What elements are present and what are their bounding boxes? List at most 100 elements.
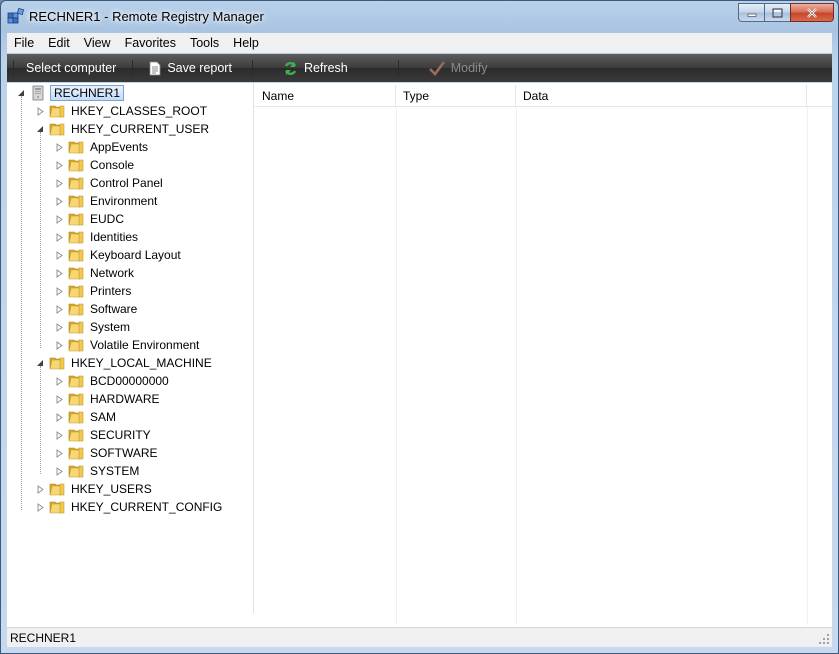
column-header-data[interactable]: Data (516, 85, 807, 107)
refresh-button[interactable]: Refresh (277, 57, 354, 79)
expand-arrow-icon[interactable] (35, 484, 45, 494)
tree-guide-line (40, 132, 41, 348)
minimize-icon (747, 13, 756, 17)
folder-icon (49, 104, 65, 118)
close-button[interactable] (790, 3, 834, 22)
tree-node-hkey-users[interactable]: HKEY_USERS (35, 480, 154, 498)
expand-arrow-icon[interactable] (54, 304, 64, 314)
maximize-button[interactable] (764, 3, 790, 22)
tree-node-hkey-classes-root[interactable]: HKEY_CLASSES_ROOT (35, 102, 209, 120)
expand-arrow-icon[interactable] (54, 430, 64, 440)
menu-favorites[interactable]: Favorites (118, 33, 183, 53)
tree-node-hkcu-child[interactable]: Volatile Environment (54, 336, 201, 354)
tree-node-hkcu-child[interactable]: AppEvents (54, 138, 150, 156)
minimize-button[interactable] (738, 3, 764, 22)
tree-node-hkcu-child[interactable]: Environment (54, 192, 159, 210)
tree-node-label: SYSTEM (90, 464, 140, 478)
tree-node-root[interactable]: RECHNER1 (16, 84, 125, 102)
expand-arrow-icon[interactable] (54, 196, 64, 206)
folder-icon (49, 356, 65, 370)
expand-arrow-icon[interactable] (54, 160, 64, 170)
modify-label: Modify (450, 61, 488, 75)
tree-node-hkcu-child[interactable]: Identities (54, 228, 140, 246)
registry-app-icon (7, 7, 25, 26)
menu-view[interactable]: View (77, 33, 118, 53)
tree-guide-line (21, 96, 22, 510)
tree-node-hklm-child[interactable]: SECURITY (54, 426, 153, 444)
column-header-type[interactable]: Type (396, 85, 516, 107)
resize-grip-icon[interactable] (818, 633, 830, 645)
tree-node-label: HKEY_USERS (71, 482, 152, 496)
menu-edit[interactable]: Edit (41, 33, 77, 53)
status-text: RECHNER1 (10, 631, 77, 645)
folder-icon (68, 428, 84, 442)
title-bar[interactable]: RECHNER1 - Remote Registry Manager (1, 1, 838, 33)
tree-node-hklm-child[interactable]: BCD00000000 (54, 372, 171, 390)
tree-node-hkey-local-machine[interactable]: HKEY_LOCAL_MACHINE (35, 354, 214, 372)
expand-arrow-icon[interactable] (54, 466, 64, 476)
tree-node-label: RECHNER1 (50, 85, 125, 101)
values-list[interactable]: Name Type Data (255, 83, 832, 627)
folder-icon (68, 176, 84, 190)
tree-node-label: Control Panel (90, 176, 163, 190)
tree-node-hklm-child[interactable]: SAM (54, 408, 118, 426)
expand-arrow-icon[interactable] (54, 412, 64, 422)
tree-node-hkcu-child[interactable]: Console (54, 156, 136, 174)
expand-arrow-icon[interactable] (54, 376, 64, 386)
expand-arrow-icon[interactable] (54, 232, 64, 242)
pane-splitter[interactable] (253, 83, 254, 613)
tree-node-hkcu-child[interactable]: Network (54, 264, 136, 282)
expand-arrow-icon[interactable] (35, 502, 45, 512)
maximize-icon (772, 8, 783, 17)
tree-node-label: Identities (90, 230, 139, 244)
tree-node-label: SAM (90, 410, 117, 424)
tree-node-label: EUDC (90, 212, 125, 226)
save-report-button[interactable]: Save report (143, 57, 238, 79)
tree-node-label: AppEvents (90, 140, 149, 154)
tree-node-hkcu-child[interactable]: EUDC (54, 210, 126, 228)
expand-arrow-icon[interactable] (54, 322, 64, 332)
folder-icon (68, 284, 84, 298)
tree-node-label: HARDWARE (90, 392, 160, 406)
expand-arrow-icon[interactable] (54, 394, 64, 404)
expand-arrow-icon[interactable] (54, 178, 64, 188)
menu-tools[interactable]: Tools (183, 33, 226, 53)
tree-node-label: SOFTWARE (90, 446, 158, 460)
tree-node-label: System (90, 320, 131, 334)
folder-icon (49, 500, 65, 514)
tree-node-hkcu-child[interactable]: Printers (54, 282, 133, 300)
column-divider (807, 107, 808, 625)
tree-node-hklm-child[interactable]: SYSTEM (54, 462, 141, 480)
tree-node-hkcu-child[interactable]: System (54, 318, 132, 336)
tree-node-label: Network (90, 266, 135, 280)
expand-arrow-icon[interactable] (54, 268, 64, 278)
folder-icon (68, 464, 84, 478)
folder-icon (68, 248, 84, 262)
tree-node-hkcu-child[interactable]: Software (54, 300, 139, 318)
select-computer-button[interactable]: Select computer (20, 57, 122, 79)
column-header-name[interactable]: Name (255, 85, 396, 107)
expand-arrow-icon[interactable] (54, 340, 64, 350)
tree-node-hkcu-child[interactable]: Keyboard Layout (54, 246, 183, 264)
expand-arrow-icon[interactable] (54, 214, 64, 224)
expand-arrow-icon[interactable] (54, 448, 64, 458)
expand-arrow-icon[interactable] (54, 286, 64, 296)
expand-arrow-icon[interactable] (35, 106, 45, 116)
menu-file[interactable]: File (7, 33, 41, 53)
save-report-label: Save report (167, 61, 232, 75)
tree-node-hklm-child[interactable]: SOFTWARE (54, 444, 160, 462)
tree-node-hkey-current-user[interactable]: HKEY_CURRENT_USER (35, 120, 211, 138)
menu-help[interactable]: Help (226, 33, 266, 53)
registry-tree[interactable]: RECHNER1 HKEY_CLASSES_ROOT HKEY_CURRENT_US… (7, 83, 253, 627)
list-header: Name Type Data (255, 85, 832, 107)
modify-button[interactable]: Modify (423, 57, 494, 79)
expand-arrow-icon[interactable] (54, 142, 64, 152)
expand-arrow-icon[interactable] (54, 250, 64, 260)
tree-node-hkcu-child[interactable]: Control Panel (54, 174, 165, 192)
app-window: RECHNER1 - Remote Registry Manager File … (0, 0, 839, 654)
folder-icon (68, 212, 84, 226)
column-divider (396, 107, 397, 625)
select-computer-label: Select computer (26, 61, 117, 75)
tree-node-hklm-child[interactable]: HARDWARE (54, 390, 162, 408)
tree-node-hkey-current-config[interactable]: HKEY_CURRENT_CONFIG (35, 498, 224, 516)
